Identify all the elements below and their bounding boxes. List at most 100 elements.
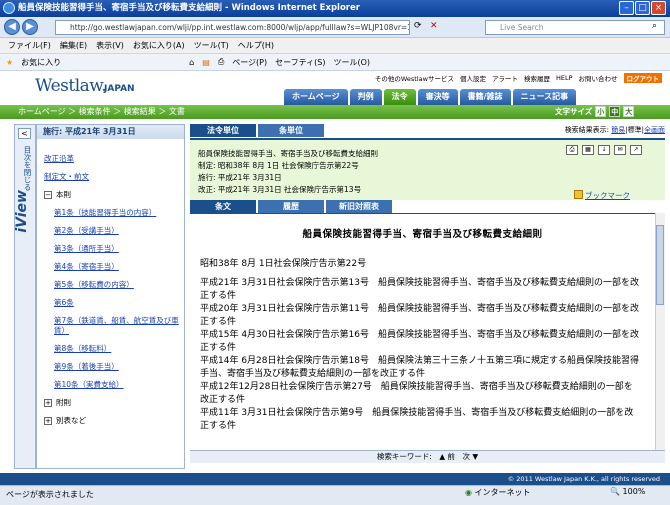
text-size-medium[interactable]: 中 [609,106,621,117]
stop-icon[interactable]: ✕ [430,21,438,31]
toc-chapter-4[interactable]: 第4条（寄宿手当） [54,262,182,272]
bookmark-link[interactable]: ブックマーク [585,190,630,201]
document-subtabs: 条文 履歴 新旧対照表 [190,200,392,213]
toplink-help[interactable]: HELP [556,74,573,82]
tab-history[interactable]: 履歴 [258,200,324,213]
toc-chapter-9[interactable]: 第9条（着後手当） [54,362,182,372]
toc-chapter-10[interactable]: 第10条（実費支給） [54,380,182,390]
menu-help[interactable]: ヘルプ(H) [238,40,274,51]
maximize-button[interactable]: □ [635,1,650,15]
bookmark-icon[interactable] [574,190,583,199]
westlaw-logo[interactable]: Westlaw. [35,76,107,96]
safety-menu[interactable]: セーフティ(S) [275,57,325,68]
toplink-other-services[interactable]: その他のWestlawサービス [375,73,454,83]
search-input[interactable]: Live Search [485,20,665,35]
url-input[interactable]: http://go.westlawjapan.com/wlji/pp.int.w… [55,20,410,35]
text-size-large[interactable]: 大 [623,106,635,117]
toc-group-supplementary[interactable]: + 附則 [44,398,182,408]
nav-tab-news[interactable]: ニュース記事 [512,89,577,105]
info-enacted: 制定: 昭和38年 8月 1日 社会保険庁告示第22号 [198,161,359,170]
expand-icon[interactable]: + [44,399,52,407]
collapse-icon[interactable]: − [44,191,52,199]
minimize-button[interactable]: – [619,1,634,15]
zoom-control[interactable]: 🔍 100% [610,487,645,496]
toplink-settings[interactable]: 個人設定 [460,73,486,83]
command-bar: ★ お気に入り ⌂ ▤ ⎙ ページ(P) セーフティ(S) ツール(O) [0,54,670,71]
toc-chapter-2[interactable]: 第2条（受講手当） [54,226,182,236]
page-menu[interactable]: ページ(P) [232,57,267,68]
forward-icon[interactable]: ▶ [22,19,38,35]
toc-group-main[interactable]: − 本則 [44,190,182,200]
toc-item-history[interactable]: 改正沿革 [44,154,182,164]
nav-tab-home[interactable]: ホームページ [284,89,348,105]
window-title: 船員保険技能習得手当、寄宿手当及び移転費支給細則 - Windows Inter… [0,0,670,17]
unit-tabs: 法令単位 条単位 [190,124,324,137]
nav-tab-cases[interactable]: 判例 [349,89,382,105]
amendment-item: 平成20年 3月31日社会保険庁告示第11号 船員保険技能習得手当、寄宿手当及び… [200,304,639,327]
toc-chapter-7[interactable]: 第7条（鉄道賃、船賃、航空賃及び車賃） [54,316,182,336]
toplink-contact[interactable]: お問い合わせ [579,73,618,83]
expand-icon[interactable]: + [44,417,52,425]
breadcrumb[interactable]: ホームページ ＞ 検索条件 ＞ 検索結果 ＞ 文書 [18,106,185,117]
menu-tools[interactable]: ツール(T) [194,40,229,51]
logout-button[interactable]: ログアウト [623,73,662,83]
menu-edit[interactable]: 編集(E) [60,40,87,51]
display-standard[interactable]: 標準 [628,126,642,134]
feed-icon[interactable]: ▤ [202,58,210,67]
toc-item-preamble[interactable]: 制定文・前文 [44,172,182,182]
link-icon[interactable]: ↗ [630,145,642,155]
back-icon[interactable]: ◀ [4,19,20,35]
iview-collapse-button[interactable]: < [18,128,31,139]
security-zone: ◉ インターネット [465,487,531,498]
refresh-icon[interactable]: ⟳ [414,21,422,31]
toplink-alerts[interactable]: アラート [492,73,518,83]
print-preview-icon[interactable]: ▦ [582,145,594,155]
status-bar: ページが表示されました [0,485,670,505]
download-icon[interactable]: ↓ [598,145,610,155]
search-keyword-nav[interactable]: 検索キーワード: ▲ 前 次 ▼ [190,450,665,463]
amendment-item: 平成21年 3月31日社会保険庁告示第13号 船員保険技能習得手当、寄宿手当及び… [200,278,639,301]
home-icon[interactable]: ⌂ [189,58,194,67]
favorites-button[interactable]: お気に入り [21,57,61,68]
print-icon[interactable]: ⎙ [218,57,224,67]
menu-view[interactable]: 表示(V) [96,40,124,51]
scrollbar-thumb[interactable] [656,225,664,305]
tab-law-unit[interactable]: 法令単位 [190,124,256,137]
display-fullscreen[interactable]: 全画面 [644,126,665,134]
tools-menu[interactable]: ツール(O) [334,57,371,68]
menu-file[interactable]: ファイル(F) [8,40,51,51]
display-simple[interactable]: 簡易 [611,126,625,134]
text-size-small[interactable]: 小 [595,106,607,117]
email-icon[interactable]: ✉ [614,145,626,155]
toc-group-tables[interactable]: + 別表など [44,416,182,426]
toc-supplementary-label: 附則 [56,398,71,407]
favorites-star-icon[interactable]: ★ [6,58,13,67]
toc-chapter-8[interactable]: 第8条（移転料） [54,344,182,354]
tab-comparison[interactable]: 新旧対照表 [326,200,392,213]
toc-chapter-1[interactable]: 第1条（技能習得手当の内容） [54,208,182,218]
nav-tab-books[interactable]: 書籍/雑誌 [459,89,511,105]
toc-chapter-list: 第1条（技能習得手当の内容） 第2条（受講手当） 第3条（通所手当） 第4条（寄… [44,208,182,390]
iview-close-toc[interactable]: 目次を閉じる [17,146,33,191]
amendment-item: 平成11年 3月31日社会保険庁告示第9号 船員保険技能習得手当、寄宿手当及び移… [200,408,634,431]
toc-chapter-3[interactable]: 第3条（通所手当） [54,244,182,254]
menu-favorites[interactable]: お気に入り(A) [133,40,185,51]
amendment-item: 平成15年 4月30日社会保険庁告示第16号 船員保険技能習得手当、寄宿手当及び… [200,330,639,353]
toc-chapter-6[interactable]: 第6条 [54,298,182,308]
nav-tab-decisions[interactable]: 審決等 [417,89,458,105]
amendment-item: 平成14年 6月28日社会保険庁告示第18号 船員保険法第三十三条ノ十五第三項に… [200,356,639,379]
amendment-list: 平成21年 3月31日社会保険庁告示第13号 船員保険技能習得手当、寄宿手当及び… [200,277,640,433]
toplink-history[interactable]: 検索履歴 [524,73,550,83]
close-button[interactable]: × [651,1,666,15]
print-icon[interactable]: ⎙ [566,145,578,155]
tab-article-unit[interactable]: 条単位 [258,124,324,137]
zone-label: インターネット [474,488,531,497]
toc-chapter-5[interactable]: 第5条（移転費の内容） [54,280,182,290]
search-icon[interactable]: ⌕ [652,21,657,31]
result-display-label: 検索結果表示: [564,126,610,134]
info-title: 船員保険技能習得手当、寄宿手当及び移転費支給細則 [198,149,378,158]
nav-tab-statutes[interactable]: 法令 [383,89,416,105]
info-amended: 改正: 平成21年 3月31日 社会保険庁告示第13号 [198,185,362,194]
zoom-icon: 🔍 [610,487,620,496]
tab-text[interactable]: 条文 [190,200,256,213]
